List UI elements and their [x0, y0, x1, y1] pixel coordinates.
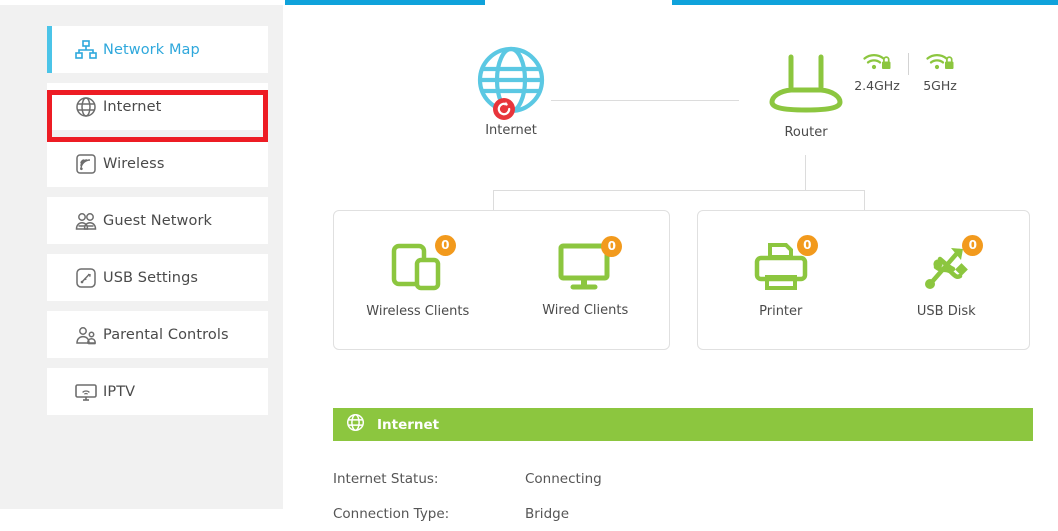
client-label: Printer [759, 304, 803, 319]
row-value: Connecting [525, 470, 602, 487]
client-cards: 0 Wireless Clients 0 Wired Clients 0 Pri… [283, 5, 1058, 350]
sidebar-item-label: Parental Controls [103, 326, 229, 343]
sidebar-item-iptv[interactable]: IPTV [47, 368, 268, 415]
sidebar-item-guest-network[interactable]: Guest Network [47, 197, 268, 244]
sidebar-item-label: USB Settings [103, 269, 199, 286]
active-accent-bar [47, 26, 52, 73]
usb-settings-icon [69, 267, 103, 289]
sidebar-item-label: Network Map [103, 41, 200, 58]
client-count-badge: 0 [601, 236, 623, 257]
sidebar-item-usb-settings[interactable]: USB Settings [47, 254, 268, 301]
active-accent-bar [47, 83, 52, 130]
link-horizontal-bus [493, 190, 865, 191]
panel-globe-icon [346, 413, 365, 436]
status-row: Connection Type: Bridge [333, 496, 1033, 531]
link-drop-left [493, 190, 494, 212]
sidebar-item-label: Guest Network [103, 212, 213, 229]
printer-icon: 0 [754, 235, 818, 297]
sidebar-menu: Network Map Internet Wireless Guest Netw… [47, 26, 268, 425]
sidebar-item-network-map[interactable]: Network Map [47, 26, 268, 73]
client-count-badge: 0 [434, 235, 456, 256]
monitor-icon: 0 [558, 236, 623, 296]
active-accent-bar [47, 197, 52, 244]
tablet-phone-icon: 0 [390, 235, 456, 297]
panel-body: Internet Status: Connecting Connection T… [333, 441, 1033, 531]
guest-users-icon [69, 211, 103, 231]
usb-icon: 0 [919, 235, 984, 297]
active-accent-bar [47, 311, 52, 358]
client-label: USB Disk [916, 304, 976, 319]
globe-icon [69, 96, 103, 118]
sidebar: Network Map Internet Wireless Guest Netw… [0, 5, 283, 509]
active-accent-bar [47, 254, 52, 301]
sidebar-item-wireless[interactable]: Wireless [47, 140, 268, 187]
row-label: Internet Status: [333, 470, 439, 487]
main-content: Internet Router 2.4GHz 5GHz 0 Wireless C… [283, 5, 1058, 522]
client-wireless[interactable]: 0 Wireless Clients [343, 235, 493, 319]
client-count-badge: 0 [796, 235, 818, 256]
client-count-badge: 0 [962, 235, 984, 256]
panel-header: Internet [333, 408, 1033, 441]
internet-status-panel: Internet Internet Status: Connecting Con… [333, 408, 1033, 531]
iptv-monitor-icon [69, 382, 103, 402]
sidebar-item-parental-controls[interactable]: Parental Controls [47, 311, 268, 358]
client-label: Wireless Clients [366, 304, 470, 319]
client-printer[interactable]: 0 Printer [706, 235, 856, 319]
network-map-icon [69, 39, 103, 60]
status-row: Internet Status: Connecting [333, 461, 1033, 496]
parental-controls-icon [69, 325, 103, 345]
sidebar-item-label: Wireless [103, 155, 165, 172]
row-label: Connection Type: [333, 505, 450, 522]
panel-title: Internet [377, 416, 440, 433]
lan-clients-card: 0 Wireless Clients 0 Wired Clients [333, 210, 670, 350]
link-drop-right [864, 190, 865, 212]
active-accent-bar [47, 368, 52, 415]
sidebar-item-label: IPTV [103, 383, 136, 400]
sidebar-item-internet[interactable]: Internet [47, 83, 268, 130]
row-value: Bridge [525, 505, 570, 522]
client-usb-disk[interactable]: 0 USB Disk [871, 235, 1021, 319]
usb-devices-card: 0 Printer 0 USB Disk [697, 210, 1030, 350]
sidebar-item-label: Internet [103, 98, 162, 115]
wireless-signal-icon [69, 153, 103, 175]
active-accent-bar [47, 140, 52, 187]
client-wired[interactable]: 0 Wired Clients [510, 236, 660, 318]
client-label: Wired Clients [542, 303, 629, 318]
